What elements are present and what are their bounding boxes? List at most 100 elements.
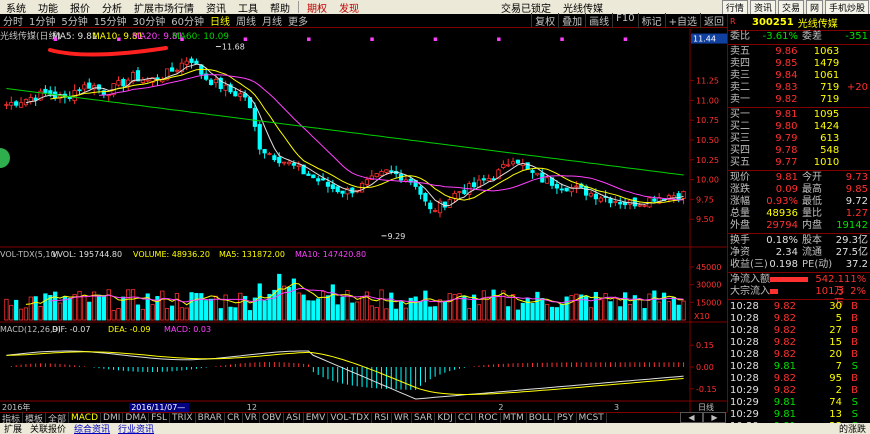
candle-down — [525, 162, 530, 170]
period-tab-8[interactable]: 月线 — [259, 13, 285, 28]
candle-up — [184, 60, 189, 65]
price-tick-label: 9.75 — [696, 195, 714, 204]
indicator-tab-20[interactable]: ROC — [476, 413, 501, 423]
scroll-left-icon[interactable]: ◀ — [680, 412, 703, 423]
scroll-right-icon[interactable]: ▶ — [703, 412, 726, 423]
candle-down — [96, 84, 102, 90]
indicator-tab-23[interactable]: PSY — [555, 413, 577, 423]
flow-label: 大宗流入 — [730, 286, 770, 297]
tick-direction: B — [851, 301, 858, 312]
tick-spacer — [858, 373, 868, 385]
period-tab-3[interactable]: 15分钟 — [91, 13, 130, 28]
vol-bar-down — [579, 294, 584, 321]
status-item-0[interactable]: 扩展 — [0, 422, 26, 434]
indicator-tab-7[interactable]: TRIX — [170, 413, 196, 423]
vol-bar-down — [43, 293, 48, 321]
vol-bar-up — [116, 308, 121, 321]
status-item-1[interactable]: 关联报价 — [26, 422, 70, 434]
indicator-tab-15[interactable]: RSI — [372, 413, 392, 423]
indicator-tab-9[interactable]: CR — [225, 413, 243, 423]
indicator-tab-19[interactable]: CCI — [456, 413, 477, 423]
candle-down — [316, 178, 321, 182]
indicator-tab-13[interactable]: EMV — [304, 413, 329, 423]
tool-button-6[interactable]: 返回 — [700, 13, 727, 28]
vol-bar-down — [398, 301, 404, 321]
stats2-key: 净资 — [730, 247, 750, 258]
top-button-1[interactable]: 资讯 — [749, 0, 776, 15]
vol-bar-down — [277, 273, 282, 321]
stats-value2: 19142 — [836, 220, 868, 231]
vol-bar-up — [359, 296, 365, 321]
candle-up — [501, 163, 506, 168]
stats-key: 总量 — [730, 208, 750, 219]
indicator-tab-22[interactable]: BOLL — [527, 413, 555, 423]
top-button-2[interactable]: 交易 — [777, 0, 804, 15]
period-tab-1[interactable]: 1分钟 — [26, 13, 58, 28]
vol-bar-down — [325, 295, 331, 321]
period-tab-2[interactable]: 5分钟 — [58, 13, 90, 28]
vol-bar-down — [433, 306, 438, 321]
top-button-3[interactable]: 网 — [805, 0, 823, 15]
indicator-tab-10[interactable]: VR — [243, 413, 261, 423]
status-item-2[interactable]: 综合资讯 — [70, 422, 114, 434]
vol-bar-up — [140, 308, 145, 321]
period-tab-0[interactable]: 分时 — [0, 13, 26, 28]
vol-bar-up — [9, 304, 14, 321]
indicator-tab-21[interactable]: MTM — [501, 413, 527, 423]
bids-change — [839, 157, 868, 169]
indicator-tab-17[interactable]: SAR — [412, 413, 436, 423]
vol-bar-down — [208, 298, 214, 321]
indicator-tab-8[interactable]: BRAR — [196, 413, 226, 423]
tool-button-2[interactable]: 画线 — [585, 13, 612, 28]
vol-bar-up — [379, 289, 384, 321]
indicator-tab-12[interactable]: ASI — [284, 413, 304, 423]
period-tab-7[interactable]: 周线 — [233, 13, 259, 28]
candle-up — [18, 102, 24, 108]
candle-up — [642, 204, 647, 207]
status-item-3[interactable]: 行业资讯 — [114, 422, 158, 434]
period-tab-4[interactable]: 30分钟 — [129, 13, 168, 28]
vol-bar-down — [515, 309, 521, 321]
tool-button-0[interactable]: 复权 — [531, 13, 558, 28]
period-tab-9[interactable]: 更多 — [285, 13, 311, 28]
flow-label: 净流入额 — [730, 274, 770, 285]
stock-code: 300251 — [752, 16, 794, 28]
event-marker: ▪ — [560, 35, 565, 43]
stats-key: 现价 — [730, 172, 750, 183]
vol-bar-down — [262, 300, 267, 321]
tick-row: 10:29 9.81 74 S — [728, 397, 870, 409]
indicator-tab-16[interactable]: WR — [392, 413, 413, 423]
candle-down — [676, 193, 681, 200]
stats-value: 29794 — [766, 220, 798, 231]
tool-button-3[interactable]: F10 — [612, 13, 637, 28]
candle-down — [608, 198, 613, 204]
vol-bar-down — [530, 302, 535, 321]
webi-value: -3.61% — [762, 31, 798, 42]
indicator-tab-14[interactable]: VOL-TDX — [328, 413, 373, 423]
bids-price: 9.78 — [775, 145, 798, 156]
stats2-key2: 流通 — [802, 247, 822, 258]
asks-change — [839, 58, 868, 70]
vol-bar-down — [525, 297, 530, 321]
period-tab-6[interactable]: 日线 — [207, 13, 233, 28]
period-tab-5[interactable]: 60分钟 — [168, 13, 207, 28]
indicator-tab-18[interactable]: KDJ — [435, 413, 456, 423]
tool-button-5[interactable]: +自选 — [664, 13, 700, 28]
candle-down — [515, 159, 521, 164]
kline-chart[interactable]: 光线传媒(日线)MA5: 9.81MA10: 9.81MA20: 9.81MA6… — [0, 29, 727, 412]
menu-highlight-1[interactable]: 发现 — [333, 0, 365, 15]
bids-row-4: 买五 9.77 1010 — [728, 157, 870, 169]
tick-spacer — [858, 325, 868, 337]
tool-button-4[interactable]: 标记 — [637, 13, 665, 28]
indicator-tab-11[interactable]: OBV — [260, 413, 285, 423]
candle-up — [282, 161, 287, 164]
flow-row-1: 大宗流入 101.3万 2% — [728, 286, 870, 309]
candle-down — [135, 70, 141, 82]
tool-button-1[interactable]: 叠加 — [558, 13, 585, 28]
vol-bar-up — [627, 303, 633, 321]
asks-label: 卖三 — [730, 70, 750, 81]
indicator-tab-24[interactable]: MCST — [577, 413, 607, 423]
vol-bar-down — [199, 293, 204, 321]
top-button-4[interactable]: 手机炒股 — [824, 0, 869, 15]
vol-bar-up — [384, 308, 389, 321]
